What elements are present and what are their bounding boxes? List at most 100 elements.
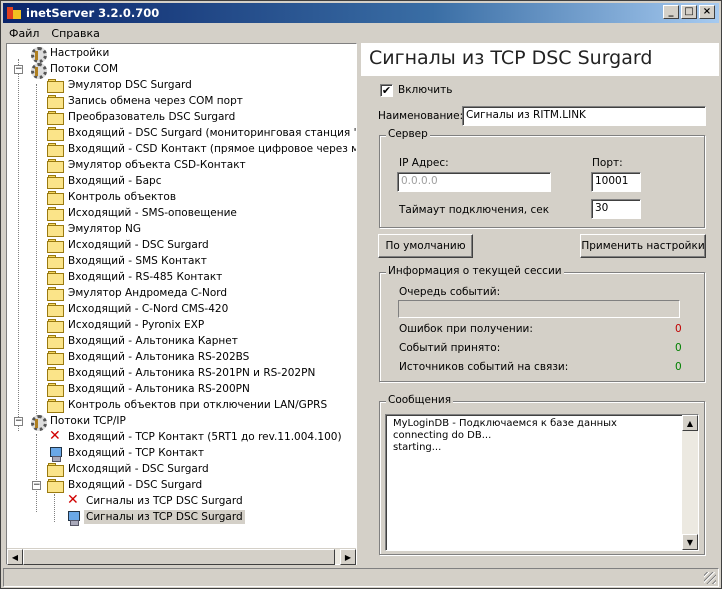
queue-progress-bar xyxy=(398,300,680,318)
folder-icon xyxy=(47,382,64,397)
stream-tree[interactable]: Настройки − Потоки COM Эмулятор DSC Surg… xyxy=(7,44,356,548)
menu-file[interactable]: Файл xyxy=(3,27,45,40)
scroll-down-icon[interactable]: ▼ xyxy=(682,534,698,550)
tree-node-com-item[interactable]: Эмулятор Андромеда C-Nord xyxy=(47,285,229,301)
tree-node-com-item[interactable]: Контроль объектов при отключении LAN/GPR… xyxy=(47,397,329,413)
tree-node-com-item[interactable]: Исходящий - C-Nord CMS-420 xyxy=(47,301,230,317)
folder-icon xyxy=(47,350,64,365)
minimize-button[interactable]: _ xyxy=(663,5,679,19)
menu-help[interactable]: Справка xyxy=(45,27,105,40)
tree-node-com-item[interactable]: Запись обмена через COM порт xyxy=(47,93,245,109)
computer-icon xyxy=(47,446,63,462)
error-icon xyxy=(65,492,81,509)
folder-icon xyxy=(47,206,64,221)
stream-group-icon xyxy=(29,414,47,431)
folder-icon xyxy=(47,190,64,205)
panel-title: Сигналы из TCP DSC Surgard xyxy=(361,43,719,76)
tree-node-com-item[interactable]: Эмулятор NG xyxy=(47,221,143,237)
title-bar[interactable]: inetServer 3.2.0.700 _ □ × xyxy=(3,3,719,23)
tree-node-com-item[interactable]: Входящий - DSC Surgard (мониторинговая с… xyxy=(47,125,356,141)
session-group-title: Информация о текущей сессии xyxy=(386,265,564,277)
name-input[interactable]: Сигналы из RITM.LINK xyxy=(462,106,706,126)
folder-icon xyxy=(47,398,64,413)
tree-node-com-item[interactable]: Исходящий - Pyronix EXP xyxy=(47,317,206,333)
errors-value: 0 xyxy=(675,323,682,335)
tree-node-tcp-item[interactable]: Входящий - TCP Контакт (5RT1 до rev.11.0… xyxy=(47,428,344,445)
ip-input[interactable]: 0.0.0.0 xyxy=(397,172,551,192)
tree-node-com-item[interactable]: Входящий - Альтоника RS-201PN и RS-202PN xyxy=(47,365,317,381)
close-button[interactable]: × xyxy=(699,5,715,19)
port-input[interactable]: 10001 xyxy=(591,172,641,192)
expander-dsc[interactable]: − xyxy=(32,481,41,490)
resize-grip-icon[interactable] xyxy=(704,572,716,584)
window-title: inetServer 3.2.0.700 xyxy=(26,6,160,20)
folder-icon xyxy=(47,78,64,93)
computer-icon xyxy=(65,510,81,526)
log-line: MyLoginDB - Подключаемся к базе данных xyxy=(393,418,617,429)
server-group-title: Сервер xyxy=(386,128,430,140)
tree-node-dsc-child-selected[interactable]: Сигналы из TCP DSC Surgard xyxy=(65,509,245,526)
tree-node-com-item[interactable]: Эмулятор объекта CSD-Контакт xyxy=(47,157,248,173)
folder-icon xyxy=(47,238,64,253)
expander-com[interactable]: − xyxy=(14,65,23,74)
ip-label: IP Адрес: xyxy=(399,157,449,169)
tree-node-com-item[interactable]: Преобразователь DSC Surgard xyxy=(47,109,237,125)
received-label: Событий принято: xyxy=(399,342,501,354)
timeout-input[interactable]: 30 xyxy=(591,199,641,219)
details-panel: Сигналы из TCP DSC Surgard ✔ Включить На… xyxy=(361,43,719,565)
status-bar xyxy=(3,568,719,587)
tree-node-settings[interactable]: Настройки xyxy=(29,45,111,63)
scroll-up-icon[interactable]: ▲ xyxy=(682,415,698,431)
default-button[interactable]: По умолчанию xyxy=(378,234,473,258)
tree-node-com-item[interactable]: Исходящий - SMS-оповещение xyxy=(47,205,239,221)
log-line: connecting do DB... xyxy=(393,430,492,441)
tree-node-com-item[interactable]: Контроль объектов xyxy=(47,189,178,205)
tree-line xyxy=(18,59,19,431)
folder-icon xyxy=(47,366,64,381)
folder-icon xyxy=(47,302,64,317)
folder-icon xyxy=(47,94,64,109)
tree-node-com-item[interactable]: Входящий - Альтоника Карнет xyxy=(47,333,240,349)
stream-group-icon xyxy=(29,62,47,79)
folder-icon xyxy=(47,222,64,237)
folder-icon xyxy=(47,110,64,125)
settings-icon xyxy=(29,46,47,63)
tree-node-com-item[interactable]: Входящий - RS-485 Контакт xyxy=(47,269,224,285)
tree-node-dsc-child[interactable]: Сигналы из TCP DSC Surgard xyxy=(65,492,245,509)
tree-node-com-item[interactable]: Эмулятор DSC Surgard xyxy=(47,77,194,93)
sources-value: 0 xyxy=(675,361,682,373)
log-vertical-scrollbar[interactable]: ▲ ▼ xyxy=(682,415,698,550)
scroll-left-icon[interactable]: ◀ xyxy=(7,549,23,565)
tree-node-com-group[interactable]: Потоки COM xyxy=(29,61,120,79)
expander-tcp[interactable]: − xyxy=(14,417,23,426)
tree-node-tcp-item[interactable]: Исходящий - DSC Surgard xyxy=(47,461,211,477)
folder-open-icon xyxy=(47,478,64,493)
folder-icon xyxy=(47,158,64,173)
enable-checkbox[interactable]: ✔ xyxy=(380,84,393,97)
folder-icon xyxy=(47,462,64,477)
folder-icon xyxy=(47,270,64,285)
scroll-right-icon[interactable]: ▶ xyxy=(340,549,356,565)
apply-settings-button[interactable]: Применить настройки xyxy=(580,234,706,258)
tree-node-com-item[interactable]: Входящий - CSD Контакт (прямое цифровое … xyxy=(47,141,356,157)
tree-node-com-item[interactable]: Входящий - Альтоника RS-202BS xyxy=(47,349,251,365)
errors-label: Ошибок при получении: xyxy=(399,323,533,335)
tree-horizontal-scrollbar[interactable]: ◀ ▶ xyxy=(7,548,356,565)
tree-node-com-item[interactable]: Входящий - SMS Контакт xyxy=(47,253,209,269)
folder-icon xyxy=(47,334,64,349)
menu-bar: Файл Справка xyxy=(3,24,106,42)
tree-line xyxy=(36,434,37,512)
tree-node-tcp-item[interactable]: Входящий - TCP Контакт xyxy=(47,445,206,462)
tree-node-com-item[interactable]: Входящий - Барс xyxy=(47,173,164,189)
tree-node-com-item[interactable]: Входящий - Альтоника RS-200PN xyxy=(47,381,252,397)
main-window: inetServer 3.2.0.700 _ □ × Файл Справка … xyxy=(0,0,722,589)
tree-node-com-item[interactable]: Исходящий - DSC Surgard xyxy=(47,237,211,253)
tree-panel: Настройки − Потоки COM Эмулятор DSC Surg… xyxy=(6,43,357,565)
scroll-thumb[interactable] xyxy=(23,549,335,565)
tree-node-tcp-group[interactable]: Потоки TCP/IP xyxy=(29,413,128,431)
maximize-button[interactable]: □ xyxy=(681,5,697,19)
tree-line xyxy=(36,84,37,424)
enable-label: Включить xyxy=(398,84,453,96)
messages-log[interactable]: MyLoginDB - Подключаемся к базе данных c… xyxy=(385,414,699,551)
received-value: 0 xyxy=(675,342,682,354)
